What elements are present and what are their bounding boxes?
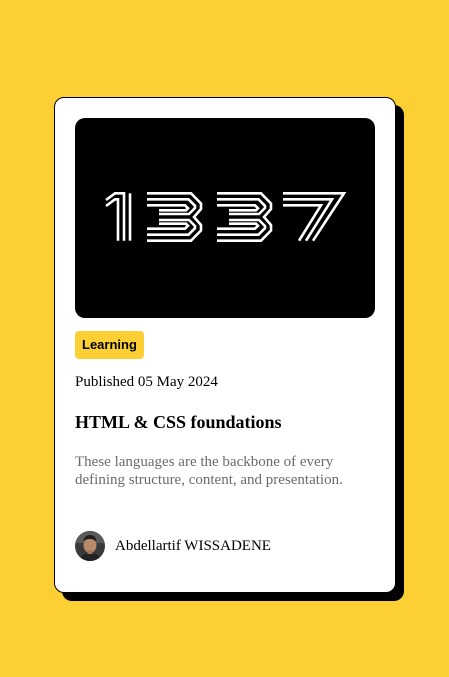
author-avatar: [75, 531, 105, 561]
published-date: Published 05 May 2024: [75, 374, 218, 390]
hero-image: [75, 118, 375, 318]
author-name[interactable]: Abdellartif WISSADENE: [115, 538, 271, 555]
category-tag[interactable]: Learning: [75, 331, 144, 359]
card-title[interactable]: HTML & CSS foundations: [75, 412, 282, 433]
person-avatar-icon: [75, 531, 105, 561]
card-description: These languages are the backbone of ever…: [75, 454, 343, 488]
blog-card: Learning Published 05 May 2024 HTML & CS…: [54, 97, 396, 593]
author: Abdellartif WISSADENE: [75, 531, 271, 561]
logo-1337: [105, 192, 347, 242]
